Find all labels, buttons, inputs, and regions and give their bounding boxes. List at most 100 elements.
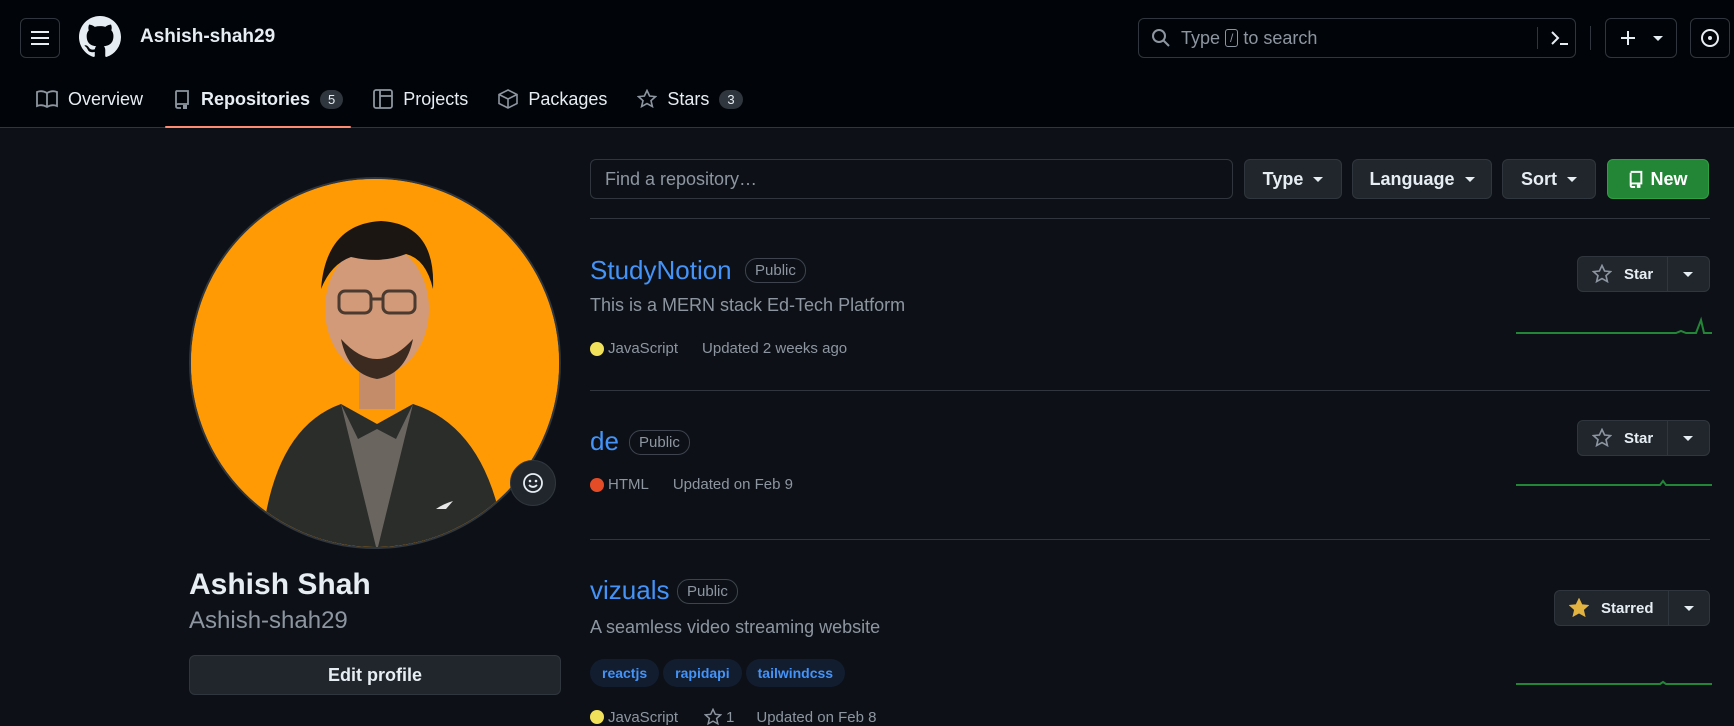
- search-shortcut-key: /: [1225, 29, 1239, 47]
- star-button-group: Star: [1577, 420, 1710, 456]
- list-divider: [590, 390, 1710, 391]
- tab-packages-label: Packages: [528, 88, 608, 109]
- tab-stars[interactable]: Stars 3: [629, 78, 750, 120]
- repo-updated: Updated on Feb 8: [756, 708, 877, 726]
- star-icon: [1592, 428, 1612, 448]
- star-filled-icon: [1569, 598, 1589, 618]
- profile-login: Ashish-shah29: [189, 607, 348, 634]
- search-text-before: Type: [1181, 27, 1221, 48]
- set-status-button[interactable]: [510, 460, 556, 506]
- repo-icon: [175, 90, 189, 109]
- search-text-after: to search: [1243, 27, 1318, 48]
- profile-full-name: Ashish Shah: [189, 568, 371, 601]
- issues-button[interactable]: [1690, 18, 1730, 58]
- language-filter-button[interactable]: Language: [1352, 159, 1492, 199]
- stars-count-badge: 3: [719, 89, 743, 109]
- list-divider: [590, 218, 1710, 219]
- list-divider: [590, 539, 1710, 540]
- star-button[interactable]: Star: [1578, 421, 1669, 455]
- repo-description: A seamless video streaming website: [590, 617, 881, 637]
- hamburger-icon: [31, 31, 49, 45]
- starred-button-label: Starred: [1601, 599, 1654, 617]
- repo-language: JavaScript: [608, 708, 679, 726]
- tab-repositories-label: Repositories: [201, 88, 311, 109]
- star-icon: [1592, 264, 1612, 284]
- repo-description: This is a MERN stack Ed-Tech Platform: [590, 295, 906, 315]
- type-filter-button[interactable]: Type: [1244, 159, 1342, 199]
- tab-overview[interactable]: Overview: [28, 78, 151, 120]
- plus-icon: [1621, 31, 1635, 45]
- activity-sparkline: [1516, 479, 1712, 486]
- repo-language: JavaScript: [608, 340, 679, 357]
- repositories-count-badge: 5: [320, 89, 344, 109]
- repo-name-link[interactable]: StudyNotion: [590, 255, 732, 286]
- visibility-badge: Public: [629, 430, 690, 455]
- profile-nav: Overview Repositories 5 Projects Package…: [28, 78, 765, 128]
- table-icon: [373, 89, 394, 109]
- star-list-dropdown[interactable]: [1669, 591, 1709, 625]
- star-button[interactable]: Star: [1578, 257, 1669, 291]
- chevron-down-icon: [1567, 176, 1577, 182]
- package-icon: [498, 89, 519, 109]
- repo-language: HTML: [608, 476, 649, 493]
- avatar-portrait: [191, 179, 559, 547]
- tab-repositories[interactable]: Repositories 5: [165, 78, 352, 128]
- visibility-badge: Public: [745, 258, 806, 283]
- repo-meta: JavaScript 1 Updated on Feb 8: [590, 708, 876, 726]
- topic-tag[interactable]: reactjs: [590, 659, 660, 687]
- search-divider: [1537, 27, 1538, 49]
- create-new-button[interactable]: [1605, 18, 1677, 58]
- repo-name-link[interactable]: de: [590, 426, 619, 457]
- menu-button[interactable]: [20, 18, 60, 58]
- avatar[interactable]: [189, 177, 561, 549]
- new-repository-label: New: [1650, 168, 1688, 189]
- starred-button[interactable]: Starred: [1555, 591, 1669, 625]
- repo-icon: [1630, 170, 1643, 188]
- search-icon: [1152, 29, 1170, 47]
- language-color-dot: [590, 341, 604, 356]
- header-divider: [1590, 26, 1591, 50]
- tab-packages[interactable]: Packages: [490, 78, 615, 120]
- top-header: Ashish-shah29 Type / to search Overview …: [0, 0, 1734, 128]
- activity-sparkline: [1516, 680, 1712, 685]
- chevron-down-icon: [1683, 605, 1694, 611]
- sort-label: Sort: [1521, 168, 1557, 189]
- repo-updated: Updated on Feb 9: [672, 476, 793, 493]
- find-repository-input[interactable]: [590, 159, 1233, 199]
- sort-button[interactable]: Sort: [1502, 159, 1596, 199]
- activity-sparkline: [1516, 316, 1712, 334]
- header-username[interactable]: Ashish-shah29: [140, 26, 275, 48]
- search-box[interactable]: Type / to search: [1138, 18, 1576, 58]
- repo-name-link[interactable]: vizuals: [590, 575, 669, 606]
- topic-tag[interactable]: rapidapi: [663, 659, 742, 687]
- edit-profile-button[interactable]: Edit profile: [189, 655, 561, 695]
- chevron-down-icon: [1653, 35, 1663, 41]
- repo-star-count[interactable]: 1: [726, 709, 734, 726]
- repo-updated: Updated 2 weeks ago: [702, 340, 848, 357]
- chevron-down-icon: [1464, 176, 1475, 182]
- repo-meta: JavaScript Updated 2 weeks ago: [590, 340, 847, 357]
- chevron-down-icon: [1313, 176, 1324, 182]
- chevron-down-icon: [1683, 435, 1694, 441]
- topic-tag[interactable]: tailwindcss: [745, 659, 846, 687]
- star-list-dropdown[interactable]: [1668, 421, 1708, 455]
- new-repository-button[interactable]: New: [1607, 159, 1709, 199]
- star-button-label: Star: [1624, 429, 1654, 447]
- star-icon: [637, 89, 658, 109]
- star-list-dropdown[interactable]: [1668, 257, 1708, 291]
- github-logo-icon[interactable]: [79, 16, 121, 58]
- star-button-label: Star: [1624, 265, 1654, 283]
- tab-projects[interactable]: Projects: [365, 78, 476, 120]
- tab-stars-label: Stars: [667, 88, 710, 109]
- topic-list: reactjs rapidapi tailwindcss: [590, 659, 849, 687]
- visibility-badge: Public: [677, 579, 738, 604]
- starred-button-group: Starred: [1554, 590, 1710, 626]
- command-palette-icon[interactable]: [1549, 27, 1571, 49]
- language-filter-label: Language: [1369, 168, 1455, 189]
- chevron-down-icon: [1683, 271, 1694, 277]
- star-icon[interactable]: [704, 708, 723, 726]
- type-filter-label: Type: [1262, 168, 1304, 189]
- issue-opened-icon: [1701, 29, 1719, 47]
- tab-projects-label: Projects: [403, 88, 469, 109]
- repo-meta: HTML Updated on Feb 9: [590, 476, 793, 493]
